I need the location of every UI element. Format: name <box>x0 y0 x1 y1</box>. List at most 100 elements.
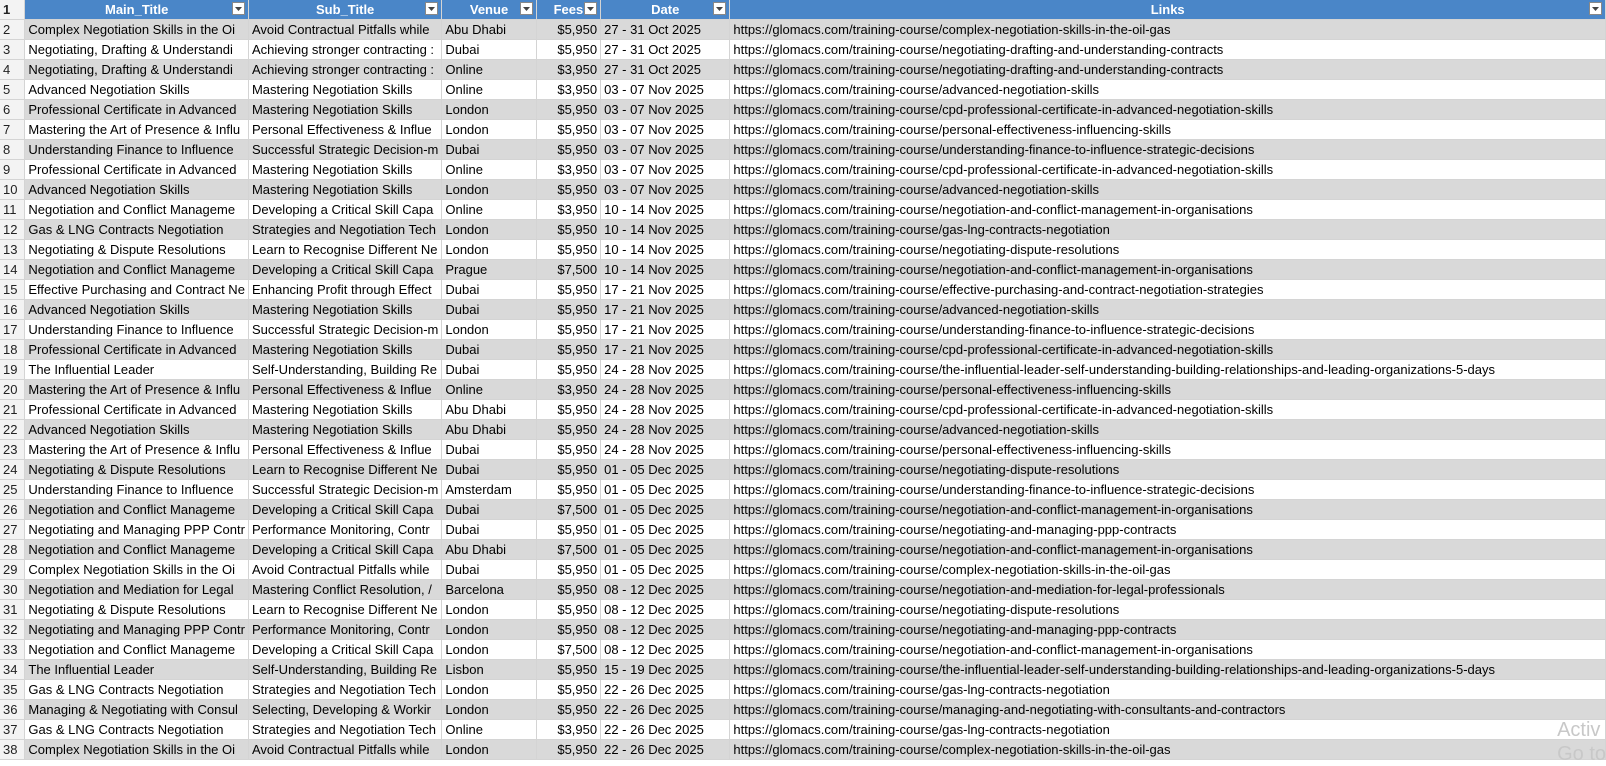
link-cell[interactable]: https://glomacs.com/training-course/cpd-… <box>729 99 1606 120</box>
main-title-cell[interactable]: Complex Negotiation Skills in the Oi <box>24 19 249 40</box>
date-cell[interactable]: 01 - 05 Dec 2025 <box>600 459 731 480</box>
header-venue[interactable]: Venue <box>441 0 537 20</box>
header-main-title[interactable]: Main_Title <box>24 0 249 20</box>
row-number[interactable]: 8 <box>0 139 26 160</box>
date-cell[interactable]: 03 - 07 Nov 2025 <box>600 79 731 100</box>
fees-cell[interactable]: $5,950 <box>536 339 602 360</box>
row-number[interactable]: 21 <box>0 399 26 420</box>
row-number[interactable]: 26 <box>0 499 26 520</box>
link-cell[interactable]: https://glomacs.com/training-course/effe… <box>729 279 1606 300</box>
table-row[interactable]: 7 Mastering the Art of Presence & Influ Pe… <box>0 119 1606 140</box>
venue-cell[interactable]: Lisbon <box>441 659 537 680</box>
link-cell[interactable]: https://glomacs.com/training-course/adva… <box>729 299 1606 320</box>
main-title-cell[interactable]: Professional Certificate in Advanced <box>24 99 249 120</box>
main-title-cell[interactable]: Negotiating and Managing PPP Contr <box>24 519 249 540</box>
table-row[interactable]: 20 Mastering the Art of Presence & Influ P… <box>0 379 1606 400</box>
table-row[interactable]: 6 Professional Certificate in Advanced Mas… <box>0 99 1606 120</box>
link-cell[interactable]: https://glomacs.com/training-course/comp… <box>729 559 1606 580</box>
fees-cell[interactable]: $5,950 <box>536 739 602 760</box>
date-cell[interactable]: 22 - 26 Dec 2025 <box>600 679 731 700</box>
table-row[interactable]: 24 Negotiating & Dispute Resolutions Learn… <box>0 459 1606 480</box>
filter-dropdown-icon[interactable] <box>425 2 439 15</box>
fees-cell[interactable]: $5,950 <box>536 619 602 640</box>
date-cell[interactable]: 01 - 05 Dec 2025 <box>600 519 731 540</box>
link-cell[interactable]: https://glomacs.com/training-course/unde… <box>729 319 1606 340</box>
table-row[interactable]: 28 Negotiation and Conflict Manageme Devel… <box>0 539 1606 560</box>
filter-dropdown-icon[interactable] <box>584 2 598 15</box>
date-cell[interactable]: 22 - 26 Dec 2025 <box>600 719 731 740</box>
sub-title-cell[interactable]: Enhancing Profit through Effect <box>248 279 443 300</box>
main-title-cell[interactable]: Advanced Negotiation Skills <box>24 299 249 320</box>
date-cell[interactable]: 01 - 05 Dec 2025 <box>600 499 731 520</box>
fees-cell[interactable]: $5,950 <box>536 19 602 40</box>
table-row[interactable]: 22 Advanced Negotiation Skills Mastering N… <box>0 419 1606 440</box>
main-title-cell[interactable]: Advanced Negotiation Skills <box>24 79 249 100</box>
table-row[interactable]: 10 Advanced Negotiation Skills Mastering N… <box>0 179 1606 200</box>
fees-cell[interactable]: $7,500 <box>536 539 602 560</box>
main-title-cell[interactable]: Negotiating & Dispute Resolutions <box>24 599 249 620</box>
venue-cell[interactable]: Amsterdam <box>441 479 537 500</box>
filter-dropdown-icon[interactable] <box>519 2 533 15</box>
row-number[interactable]: 23 <box>0 439 26 460</box>
fees-cell[interactable]: $5,950 <box>536 399 602 420</box>
header-date[interactable]: Date <box>600 0 731 20</box>
venue-cell[interactable]: Dubai <box>441 499 537 520</box>
main-title-cell[interactable]: Negotiation and Conflict Manageme <box>24 199 249 220</box>
link-cell[interactable]: https://glomacs.com/training-course/nego… <box>729 599 1606 620</box>
fees-cell[interactable]: $3,950 <box>536 59 602 80</box>
table-row[interactable]: 29 Complex Negotiation Skills in the Oi Av… <box>0 559 1606 580</box>
fees-cell[interactable]: $5,950 <box>536 279 602 300</box>
main-title-cell[interactable]: Negotiation and Conflict Manageme <box>24 259 249 280</box>
sub-title-cell[interactable]: Mastering Negotiation Skills <box>248 159 443 180</box>
fees-cell[interactable]: $5,950 <box>536 239 602 260</box>
venue-cell[interactable]: Dubai <box>441 279 537 300</box>
date-cell[interactable]: 08 - 12 Dec 2025 <box>600 619 731 640</box>
table-row[interactable]: 33 Negotiation and Conflict Manageme Devel… <box>0 639 1606 660</box>
sub-title-cell[interactable]: Developing a Critical Skill Capa <box>248 199 443 220</box>
sub-title-cell[interactable]: Successful Strategic Decision-m <box>248 139 443 160</box>
table-row[interactable]: 25 Understanding Finance to Influence Succ… <box>0 479 1606 500</box>
table-row[interactable]: 32 Negotiating and Managing PPP Contr Perf… <box>0 619 1606 640</box>
venue-cell[interactable]: London <box>441 599 537 620</box>
sub-title-cell[interactable]: Mastering Negotiation Skills <box>248 399 443 420</box>
sub-title-cell[interactable]: Selecting, Developing & Workir <box>248 699 443 720</box>
main-title-cell[interactable]: Negotiation and Conflict Manageme <box>24 639 249 660</box>
venue-cell[interactable]: Dubai <box>441 139 537 160</box>
row-number[interactable]: 2 <box>0 19 26 40</box>
link-cell[interactable]: https://glomacs.com/training-course/nego… <box>729 199 1606 220</box>
venue-cell[interactable]: Online <box>441 79 537 100</box>
fees-cell[interactable]: $7,500 <box>536 499 602 520</box>
fees-cell[interactable]: $5,950 <box>536 419 602 440</box>
fees-cell[interactable]: $5,950 <box>536 299 602 320</box>
sub-title-cell[interactable]: Mastering Negotiation Skills <box>248 339 443 360</box>
main-title-cell[interactable]: Negotiating, Drafting & Understandi <box>24 39 249 60</box>
link-cell[interactable]: https://glomacs.com/training-course/adva… <box>729 79 1606 100</box>
table-row[interactable]: 27 Negotiating and Managing PPP Contr Perf… <box>0 519 1606 540</box>
main-title-cell[interactable]: Complex Negotiation Skills in the Oi <box>24 559 249 580</box>
link-cell[interactable]: https://glomacs.com/training-course/nego… <box>729 39 1606 60</box>
main-title-cell[interactable]: Negotiating and Managing PPP Contr <box>24 619 249 640</box>
table-row[interactable]: 15 Effective Purchasing and Contract Ne En… <box>0 279 1606 300</box>
fees-cell[interactable]: $5,950 <box>536 599 602 620</box>
sub-title-cell[interactable]: Developing a Critical Skill Capa <box>248 639 443 660</box>
row-number[interactable]: 15 <box>0 279 26 300</box>
sub-title-cell[interactable]: Learn to Recognise Different Ne <box>248 459 443 480</box>
link-cell[interactable]: https://glomacs.com/training-course/gas-… <box>729 219 1606 240</box>
fees-cell[interactable]: $5,950 <box>536 479 602 500</box>
date-cell[interactable]: 17 - 21 Nov 2025 <box>600 319 731 340</box>
header-sub-title[interactable]: Sub_Title <box>248 0 443 20</box>
venue-cell[interactable]: Abu Dhabi <box>441 399 537 420</box>
sub-title-cell[interactable]: Developing a Critical Skill Capa <box>248 259 443 280</box>
row-number[interactable]: 32 <box>0 619 26 640</box>
venue-cell[interactable]: Prague <box>441 259 537 280</box>
link-cell[interactable]: https://glomacs.com/training-course/adva… <box>729 179 1606 200</box>
venue-cell[interactable]: Online <box>441 379 537 400</box>
row-number[interactable]: 25 <box>0 479 26 500</box>
date-cell[interactable]: 10 - 14 Nov 2025 <box>600 259 731 280</box>
table-row[interactable]: 8 Understanding Finance to Influence Succe… <box>0 139 1606 160</box>
date-cell[interactable]: 17 - 21 Nov 2025 <box>600 279 731 300</box>
link-cell[interactable]: https://glomacs.com/training-course/nego… <box>729 259 1606 280</box>
row-number[interactable]: 34 <box>0 659 26 680</box>
link-cell[interactable]: https://glomacs.com/training-course/pers… <box>729 379 1606 400</box>
venue-cell[interactable]: Dubai <box>441 459 537 480</box>
